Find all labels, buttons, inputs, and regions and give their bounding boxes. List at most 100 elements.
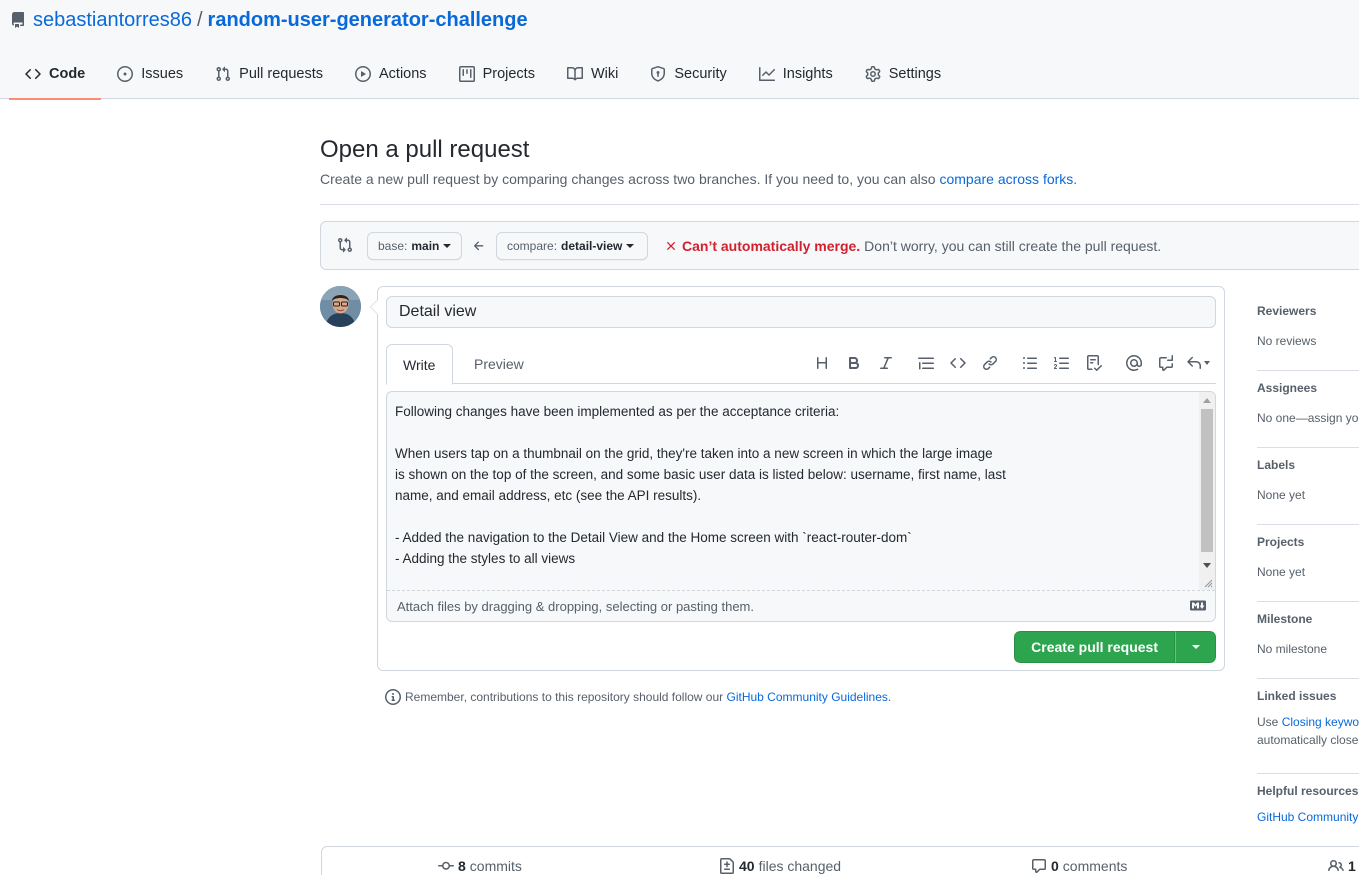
compare-branch-name: detail-view <box>561 239 623 253</box>
people-icon <box>1328 858 1344 874</box>
base-branch-button[interactable]: base: main <box>367 232 462 260</box>
comments-count: 0 <box>1051 858 1059 874</box>
tasklist-icon <box>1086 355 1102 371</box>
attach-hint: Attach files by dragging & dropping, sel… <box>397 599 754 614</box>
nav-tab-insights[interactable]: Insights <box>743 49 849 99</box>
contribution-note-period: . <box>887 690 892 704</box>
subtitle-period: . <box>1073 171 1078 187</box>
pr-sidebar: Reviewers No reviews Assignees No one—as… <box>1257 294 1359 834</box>
reference-button[interactable] <box>1150 351 1182 375</box>
base-label: base: <box>378 239 408 253</box>
caret-down-icon <box>443 244 452 248</box>
reviewers-heading[interactable]: Reviewers <box>1257 304 1359 318</box>
files-changed-stat[interactable]: 40 files changed <box>719 858 841 874</box>
graph-icon <box>758 66 775 82</box>
shield-icon <box>650 66 666 82</box>
ordered-list-button[interactable] <box>1046 351 1078 375</box>
avatar[interactable] <box>320 286 361 327</box>
pr-title-input[interactable] <box>386 296 1216 328</box>
labels-heading[interactable]: Labels <box>1257 458 1359 472</box>
unordered-list-button[interactable] <box>1014 351 1046 375</box>
list-unordered-icon <box>1022 355 1038 371</box>
gear-icon <box>865 66 881 82</box>
nav-tab-code[interactable]: Code <box>9 49 102 100</box>
pr-body-textarea[interactable]: Following changes have been implemented … <box>387 392 1201 590</box>
nav-tab-label: Pull requests <box>239 66 323 82</box>
nav-tab-issues[interactable]: Issues <box>101 49 199 99</box>
cross-reference-icon <box>1158 355 1174 371</box>
task-list-button[interactable] <box>1078 351 1110 375</box>
arrow-left-icon <box>472 239 486 253</box>
saved-replies-button[interactable] <box>1182 351 1214 375</box>
files-changed-count: 40 <box>739 858 755 874</box>
textarea-scrollbar[interactable] <box>1199 392 1215 590</box>
linked-issues-heading: Linked issues <box>1257 689 1337 703</box>
nav-tab-pull-requests[interactable]: Pull requests <box>199 49 339 99</box>
nav-tab-label: Issues <box>141 66 184 82</box>
github-community-link[interactable]: GitHub Community <box>1257 810 1358 824</box>
heading-button[interactable] <box>806 351 838 375</box>
file-diff-icon <box>719 858 735 874</box>
scroll-down-arrow-icon[interactable] <box>1203 563 1211 568</box>
mention-button[interactable] <box>1118 351 1150 375</box>
comments-stat[interactable]: 0 comments <box>1031 858 1127 874</box>
linked-issues-line2: automatically close <box>1257 733 1359 747</box>
scroll-up-arrow-icon[interactable] <box>1203 398 1211 403</box>
pr-body-field: Following changes have been implemented … <box>386 391 1216 622</box>
repo-header: sebastiantorres86 / random-user-generato… <box>0 0 1359 100</box>
commits-label: commits <box>469 858 522 874</box>
milestone-value: No milestone <box>1257 642 1328 656</box>
caret-down-icon <box>1191 645 1200 649</box>
link-button[interactable] <box>974 351 1006 375</box>
resize-grip-icon[interactable] <box>1203 578 1213 588</box>
create-pull-request-group: Create pull request <box>1014 631 1216 663</box>
linked-issues-value: Use Closing keywords automatically close <box>1257 713 1359 749</box>
contributors-stat[interactable]: 1 <box>1328 858 1359 874</box>
reviewers-value: No reviews <box>1257 334 1317 348</box>
bold-icon <box>846 355 862 371</box>
repo-owner-link[interactable]: sebastiantorres86 <box>33 9 192 32</box>
closing-keywords-link[interactable]: Closing keywords <box>1282 715 1359 729</box>
sidebar-projects: Projects None yet <box>1257 525 1359 602</box>
create-pull-request-button[interactable]: Create pull request <box>1014 631 1175 663</box>
code-button[interactable] <box>942 351 974 375</box>
nav-tab-label: Wiki <box>590 66 619 82</box>
book-icon <box>566 66 583 82</box>
nav-tab-security[interactable]: Security <box>634 49 742 99</box>
contribution-note-text: Remember, contributions to this reposito… <box>405 690 724 704</box>
nav-tab-projects[interactable]: Projects <box>443 49 551 99</box>
nav-tab-label: Actions <box>379 66 427 82</box>
italic-button[interactable] <box>870 351 902 375</box>
markdown-icon[interactable] <box>1190 600 1206 611</box>
nav-tab-settings[interactable]: Settings <box>849 49 957 99</box>
file-attachment-bar[interactable]: Attach files by dragging & dropping, sel… <box>387 590 1215 621</box>
repo-icon <box>10 12 26 28</box>
nav-tab-label: Code <box>49 66 86 82</box>
nav-tab-actions[interactable]: Actions <box>339 49 443 99</box>
repo-name-link[interactable]: random-user-generator-challenge <box>208 9 528 32</box>
community-guidelines-link[interactable]: GitHub Community Guidelines <box>727 690 888 704</box>
nav-tab-wiki[interactable]: Wiki <box>551 49 634 99</box>
compare-across-forks-link[interactable]: compare across forks <box>939 171 1073 187</box>
quote-button[interactable] <box>910 351 942 375</box>
assignees-value[interactable]: No one—assign yourself <box>1257 409 1359 427</box>
projects-heading[interactable]: Projects <box>1257 535 1359 549</box>
assignees-heading[interactable]: Assignees <box>1257 381 1359 395</box>
commits-stat[interactable]: 8 commits <box>438 858 522 874</box>
italic-icon <box>878 355 894 371</box>
tab-preview[interactable]: Preview <box>458 344 540 384</box>
link-icon <box>982 355 998 371</box>
contributors-count: 1 <box>1348 858 1356 874</box>
compare-branch-button[interactable]: compare: detail-view <box>496 232 648 260</box>
tab-write[interactable]: Write <box>386 344 453 385</box>
scroll-thumb[interactable] <box>1201 409 1213 552</box>
create-options-dropdown-button[interactable] <box>1175 631 1216 663</box>
milestone-heading[interactable]: Milestone <box>1257 612 1359 626</box>
reply-icon <box>1186 355 1202 371</box>
merge-status-note: Don’t worry, you can still create the pu… <box>864 238 1162 254</box>
table-icon <box>458 66 475 82</box>
quote-icon <box>918 355 934 371</box>
repo-title: sebastiantorres86 / random-user-generato… <box>10 8 528 32</box>
subtitle-text: Create a new pull request by comparing c… <box>320 171 936 187</box>
bold-button[interactable] <box>838 351 870 375</box>
